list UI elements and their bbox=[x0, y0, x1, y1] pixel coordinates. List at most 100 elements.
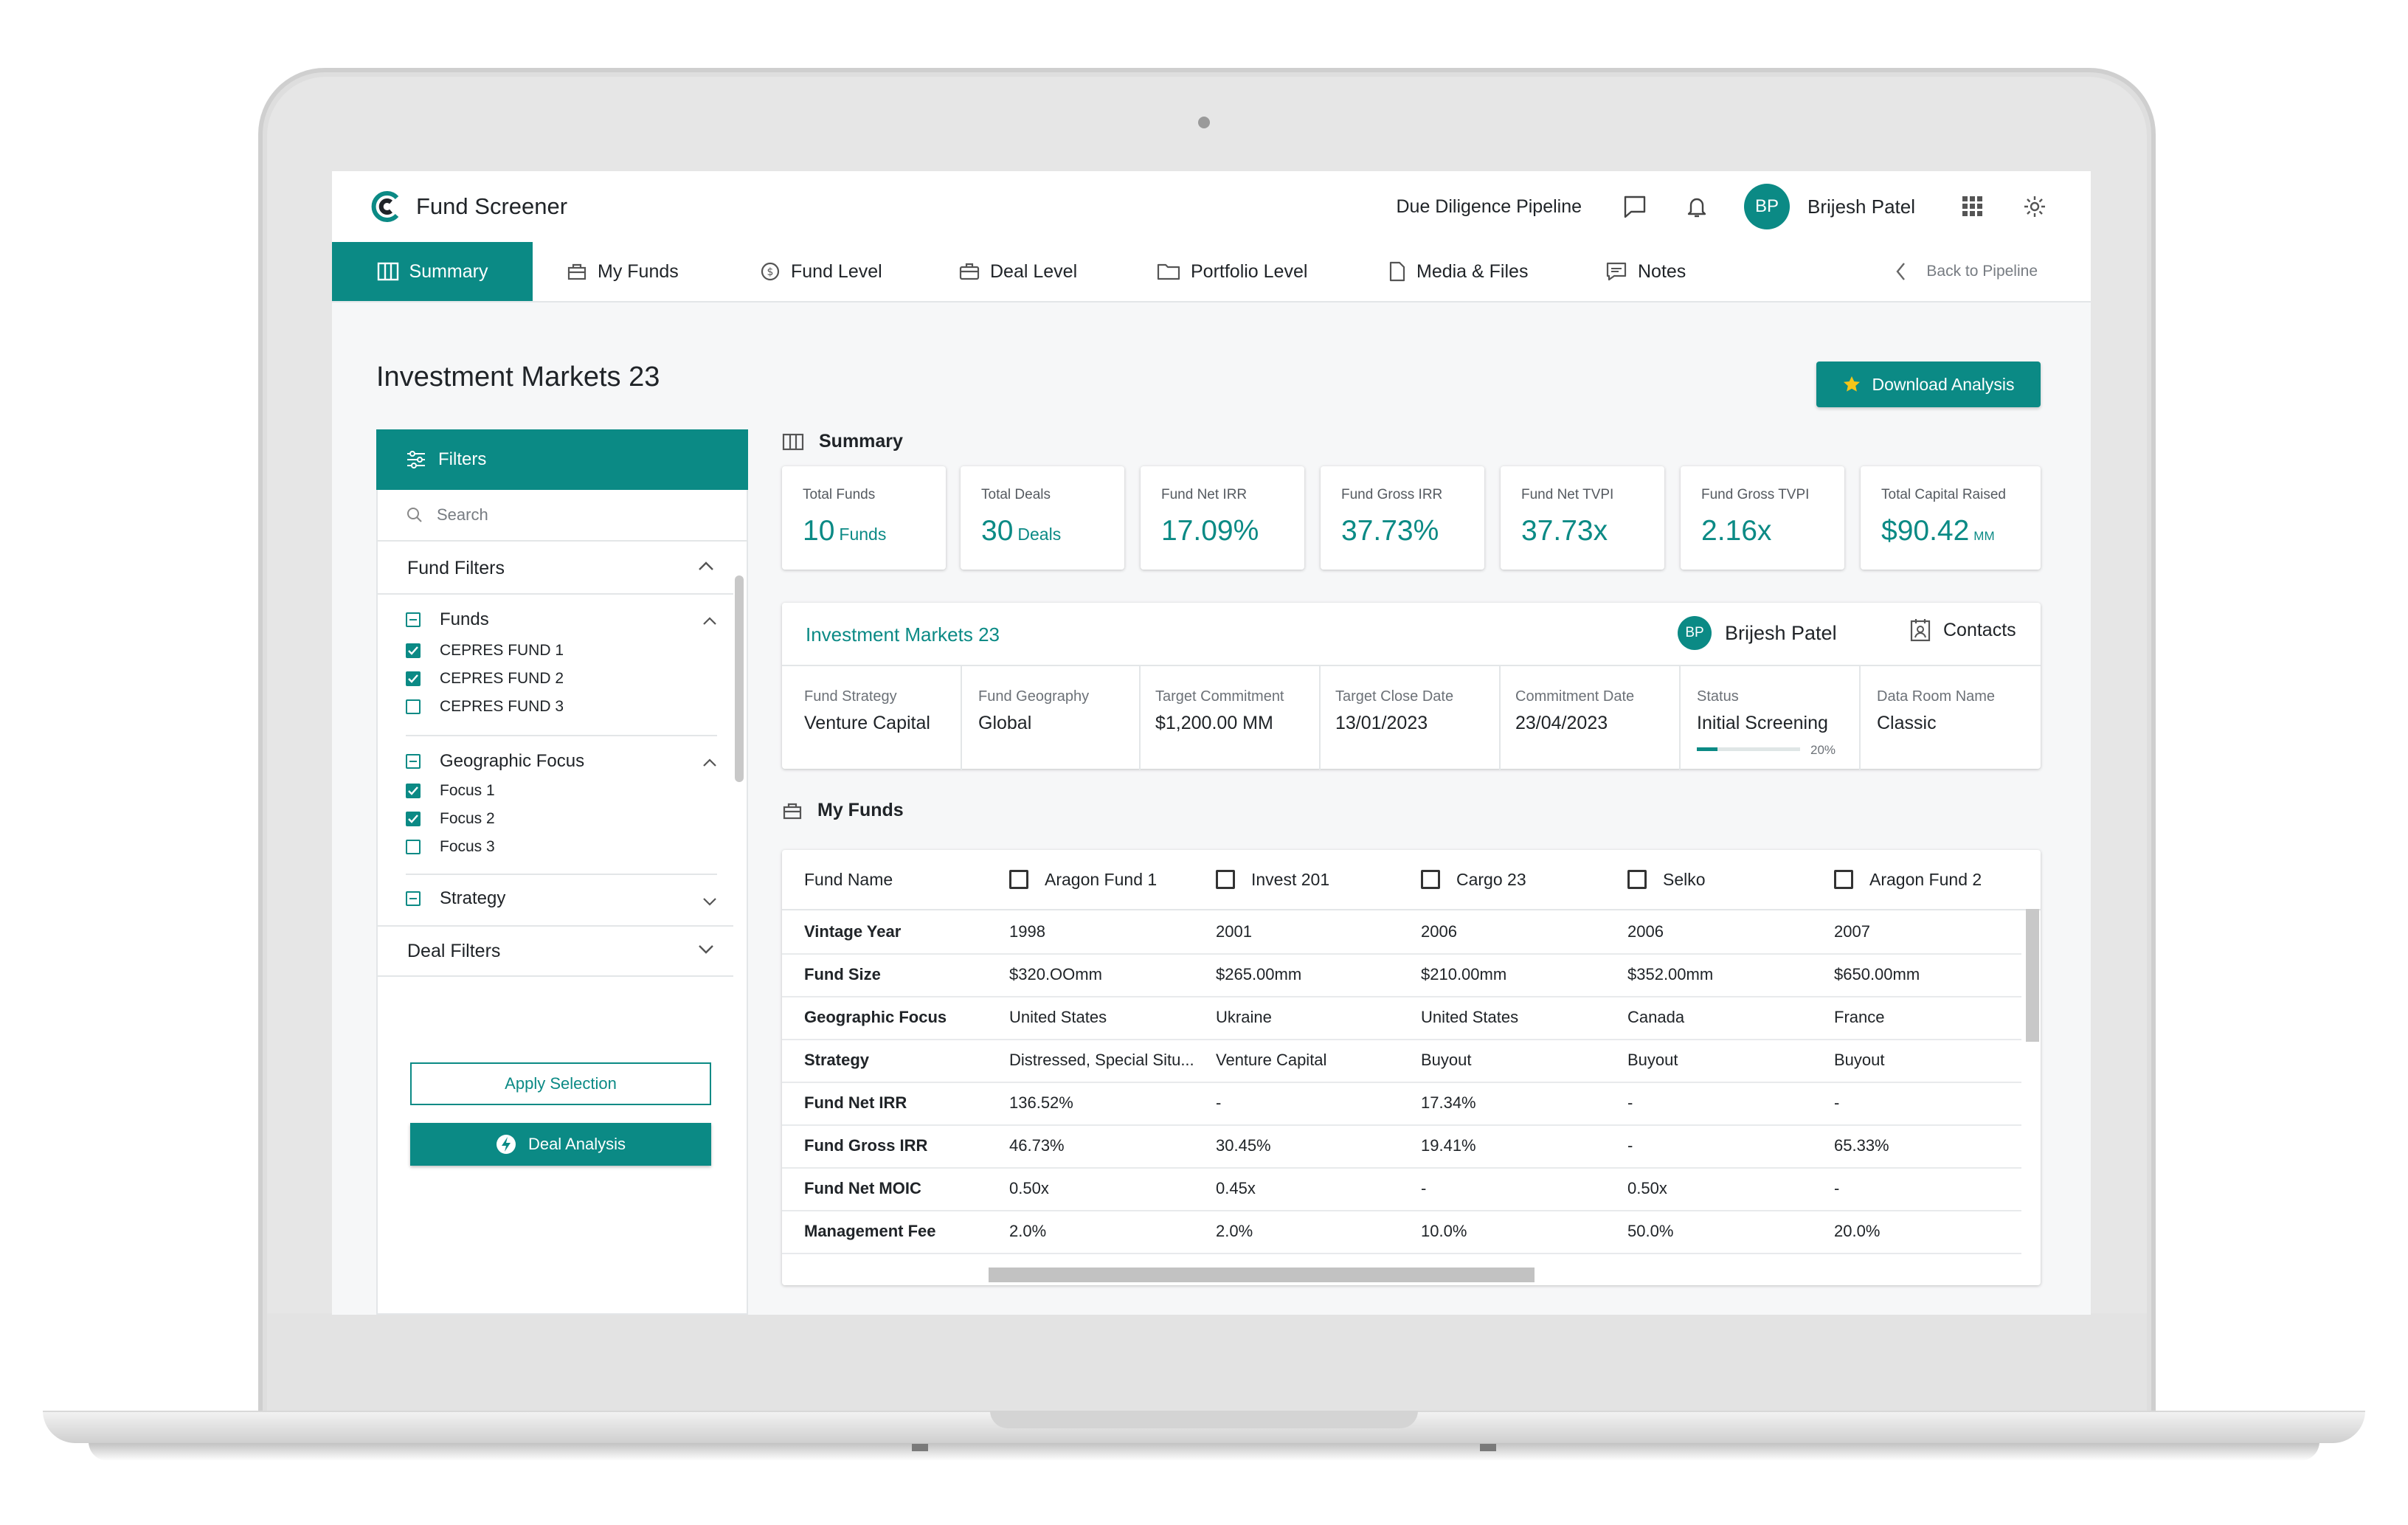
filters-panel: Filters Search Fund Filters Funds CEPRES… bbox=[376, 429, 748, 1315]
deal-field: Target Commitment $1,200.00 MM bbox=[1141, 666, 1321, 770]
filters-header[interactable]: Filters bbox=[376, 429, 748, 490]
tab-deal-level[interactable]: Deal Level bbox=[959, 242, 1077, 301]
filter-search-input[interactable]: Search bbox=[378, 490, 747, 542]
deal-filters-section[interactable]: Deal Filters bbox=[378, 925, 733, 977]
tab-label: Notes bbox=[1638, 260, 1686, 282]
column-header[interactable]: Selko bbox=[1627, 850, 1706, 909]
column-label: Aragon Fund 2 bbox=[1869, 869, 1982, 889]
table-row[interactable]: Fund Gross IRR 46.73% 30.45% 19.41% - 65.33% bbox=[782, 1124, 2021, 1169]
filter-option[interactable]: CEPRES FUND 1 bbox=[406, 642, 564, 660]
gear-icon[interactable] bbox=[2020, 192, 2049, 221]
table-row[interactable]: Geographic Focus United States Ukraine Unit… bbox=[782, 996, 2021, 1040]
column-header[interactable]: Invest 201 bbox=[1216, 850, 1329, 909]
column-checkbox[interactable] bbox=[1421, 870, 1440, 889]
chevron-up-icon[interactable] bbox=[702, 758, 717, 767]
filters-scrollbar[interactable] bbox=[735, 575, 744, 782]
tab-my-funds[interactable]: My Funds bbox=[567, 242, 679, 301]
tab-media-files[interactable]: Media & Files bbox=[1388, 242, 1528, 301]
deal-analysis-button[interactable]: Deal Analysis bbox=[410, 1123, 711, 1166]
table-row[interactable]: Fund Net MOIC 0.50x 0.45x - 0.50x - bbox=[782, 1167, 2021, 1211]
chevron-up-icon[interactable] bbox=[702, 617, 717, 626]
column-checkbox[interactable] bbox=[1009, 870, 1028, 889]
column-header[interactable]: Aragon Fund 1 bbox=[1009, 850, 1157, 909]
table-cell: 46.73% bbox=[1009, 1136, 1065, 1155]
deal-field: Fund Strategy Venture Capital bbox=[782, 666, 962, 770]
chevron-up-icon[interactable] bbox=[698, 561, 714, 571]
tab-portfolio-level[interactable]: Portfolio Level bbox=[1157, 242, 1307, 301]
checkbox-checked[interactable] bbox=[406, 643, 421, 658]
deal-owner[interactable]: BP Brijesh Patel bbox=[1678, 616, 1837, 650]
checkbox-checked[interactable] bbox=[406, 784, 421, 798]
chevron-down-icon[interactable] bbox=[698, 944, 714, 955]
filter-option[interactable]: Focus 1 bbox=[406, 782, 495, 800]
card-number: 2.16x bbox=[1701, 515, 1772, 547]
fund-filters-section[interactable]: Fund Filters bbox=[378, 543, 733, 595]
tab-label: My Funds bbox=[598, 260, 679, 282]
field-value: $1,200.00 MM bbox=[1155, 713, 1273, 733]
due-diligence-link[interactable]: Due Diligence Pipeline bbox=[1396, 196, 1582, 218]
funds-group-checkbox[interactable] bbox=[406, 612, 421, 627]
filter-option[interactable]: Focus 2 bbox=[406, 810, 495, 828]
tab-notes[interactable]: Notes bbox=[1605, 242, 1686, 301]
bell-icon[interactable] bbox=[1682, 192, 1712, 221]
geographic-focus-group-checkbox[interactable] bbox=[406, 754, 421, 769]
folder-icon bbox=[1157, 263, 1180, 280]
table-cell: 19.41% bbox=[1421, 1136, 1476, 1155]
checkbox-checked[interactable] bbox=[406, 812, 421, 826]
deal-name[interactable]: Investment Markets 23 bbox=[806, 623, 1000, 646]
divider bbox=[406, 735, 717, 736]
summary-section-label: Summary bbox=[782, 431, 903, 452]
download-analysis-button[interactable]: Download Analysis bbox=[1816, 362, 2041, 407]
geographic-focus-group-header[interactable]: Geographic Focus bbox=[406, 751, 584, 772]
table-horizontal-scrollbar[interactable] bbox=[989, 1268, 1535, 1282]
laptop-foot bbox=[912, 1444, 928, 1451]
user-name[interactable]: Brijesh Patel bbox=[1807, 196, 1915, 218]
table-vertical-scrollbar[interactable] bbox=[2026, 909, 2039, 1042]
table-row[interactable]: Fund Net IRR 136.52% - 17.34% - - bbox=[782, 1082, 2021, 1126]
row-label: Strategy bbox=[804, 1051, 870, 1069]
option-label: Focus 1 bbox=[440, 782, 495, 799]
checkbox-checked[interactable] bbox=[406, 671, 421, 686]
funds-group-header[interactable]: Funds bbox=[406, 609, 489, 630]
strategy-group-header[interactable]: Strategy bbox=[406, 888, 505, 909]
tab-fund-level[interactable]: $ Fund Level bbox=[760, 242, 882, 301]
deal-field: Target Close Date 13/01/2023 bbox=[1321, 666, 1501, 770]
back-to-pipeline-link[interactable]: Back to Pipeline bbox=[1895, 242, 2038, 301]
apply-selection-button[interactable]: Apply Selection bbox=[410, 1062, 711, 1105]
owner-name: Brijesh Patel bbox=[1725, 621, 1837, 644]
chevron-down-icon[interactable] bbox=[702, 897, 717, 906]
notes-icon bbox=[1606, 262, 1627, 281]
table-cell: 2006 bbox=[1421, 922, 1457, 941]
my-funds-label: My Funds bbox=[817, 800, 904, 820]
user-avatar[interactable]: BP bbox=[1744, 184, 1791, 229]
filter-option[interactable]: CEPRES FUND 2 bbox=[406, 670, 564, 688]
star-icon bbox=[1844, 376, 1861, 392]
table-cell: 50.0% bbox=[1627, 1222, 1674, 1240]
table-cell: United States bbox=[1009, 1008, 1107, 1026]
row-label: Fund Net IRR bbox=[804, 1093, 907, 1112]
column-header[interactable]: Aragon Fund 2 bbox=[1834, 850, 1982, 909]
table-row[interactable]: Strategy Distressed, Special Situ... Ventu… bbox=[782, 1039, 2021, 1083]
app-title: Fund Screener bbox=[416, 193, 568, 219]
column-checkbox[interactable] bbox=[1627, 870, 1647, 889]
table-row[interactable]: Vintage Year 1998 2001 2006 2006 2007 bbox=[782, 910, 2021, 955]
fund-filters-label: Fund Filters bbox=[407, 557, 505, 578]
group-label: Strategy bbox=[440, 888, 506, 908]
chat-icon[interactable] bbox=[1620, 192, 1650, 221]
contacts-button[interactable]: Contacts bbox=[1909, 618, 2016, 643]
tab-summary[interactable]: Summary bbox=[332, 242, 533, 301]
filter-option[interactable]: Focus 3 bbox=[406, 838, 495, 856]
table-row[interactable]: Fund Size $320.OOmm $265.00mm $210.00mm $352… bbox=[782, 953, 2021, 997]
my-funds-table: Fund Name Aragon Fund 1 Invest 201 Cargo… bbox=[782, 850, 2041, 1285]
filter-option[interactable]: CEPRES FUND 3 bbox=[406, 698, 564, 716]
summary-card: Fund Gross TVPI 2.16x bbox=[1681, 466, 1844, 570]
column-checkbox[interactable] bbox=[1834, 870, 1853, 889]
table-row[interactable]: Management Fee 2.0% 2.0% 10.0% 50.0% 20.0% bbox=[782, 1210, 2021, 1254]
column-header[interactable]: Cargo 23 bbox=[1421, 850, 1526, 909]
brand[interactable]: Fund Screener bbox=[369, 190, 567, 223]
checkbox-unchecked[interactable] bbox=[406, 840, 421, 854]
apps-grid-icon[interactable] bbox=[1958, 192, 1987, 221]
checkbox-unchecked[interactable] bbox=[406, 699, 421, 714]
strategy-group-checkbox[interactable] bbox=[406, 891, 421, 906]
column-checkbox[interactable] bbox=[1216, 870, 1235, 889]
